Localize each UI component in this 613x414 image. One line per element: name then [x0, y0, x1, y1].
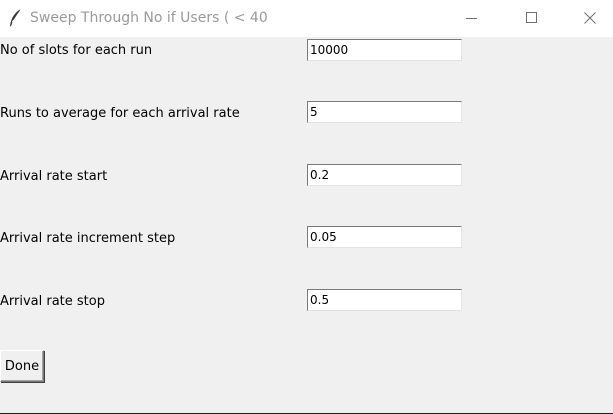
slots-per-run-label: No of slots for each run: [0, 43, 153, 58]
feather-icon: [8, 8, 24, 28]
minimize-button[interactable]: [449, 0, 495, 37]
runs-to-average-label: Runs to average for each arrival rate: [0, 106, 240, 121]
close-button[interactable]: [567, 0, 613, 37]
slots-per-run-input[interactable]: [307, 39, 462, 61]
arrival-rate-step-input[interactable]: [307, 226, 462, 248]
close-icon: [584, 9, 596, 28]
done-button[interactable]: Done: [0, 350, 44, 382]
app-window: Sweep Through No if Users ( < 40 No of s…: [0, 0, 613, 414]
arrival-rate-start-label: Arrival rate start: [0, 169, 108, 184]
maximize-icon: [526, 9, 538, 28]
runs-to-average-input[interactable]: [307, 101, 462, 123]
arrival-rate-stop-input[interactable]: [307, 289, 462, 311]
arrival-rate-step-label: Arrival rate increment step: [0, 231, 176, 246]
form-area: No of slots for each run Runs to average…: [0, 37, 613, 413]
arrival-rate-stop-label: Arrival rate stop: [0, 294, 105, 309]
title-bar[interactable]: Sweep Through No if Users ( < 40: [0, 0, 613, 37]
maximize-button[interactable]: [509, 0, 555, 37]
window-title: Sweep Through No if Users ( < 40: [30, 10, 268, 26]
minimize-icon: [466, 9, 478, 28]
arrival-rate-start-input[interactable]: [307, 164, 462, 186]
